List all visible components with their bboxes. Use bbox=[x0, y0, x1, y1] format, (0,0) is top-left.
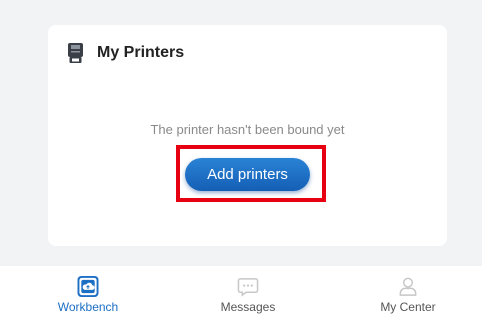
tab-label-workbench: Workbench bbox=[57, 300, 119, 314]
cloud-icon bbox=[77, 276, 99, 297]
my-printers-card: My Printers The printer hasn't been boun… bbox=[48, 25, 447, 246]
message-icon bbox=[237, 278, 259, 297]
card-title: My Printers bbox=[97, 44, 185, 61]
tab-label-my-center: My Center bbox=[380, 300, 436, 314]
tab-my-center[interactable]: My Center bbox=[348, 266, 468, 314]
tab-workbench[interactable]: Workbench bbox=[28, 266, 148, 314]
user-icon bbox=[399, 277, 417, 296]
card-header: My Printers bbox=[68, 43, 184, 63]
add-printers-button[interactable]: Add printers bbox=[185, 158, 310, 191]
bottom-tab-bar: Workbench Messages My Center bbox=[0, 266, 482, 314]
tab-messages[interactable]: Messages bbox=[188, 266, 308, 314]
empty-state-message: The printer hasn't been bound yet bbox=[150, 122, 345, 137]
tab-label-messages: Messages bbox=[220, 300, 276, 314]
printer-icon bbox=[68, 43, 83, 63]
